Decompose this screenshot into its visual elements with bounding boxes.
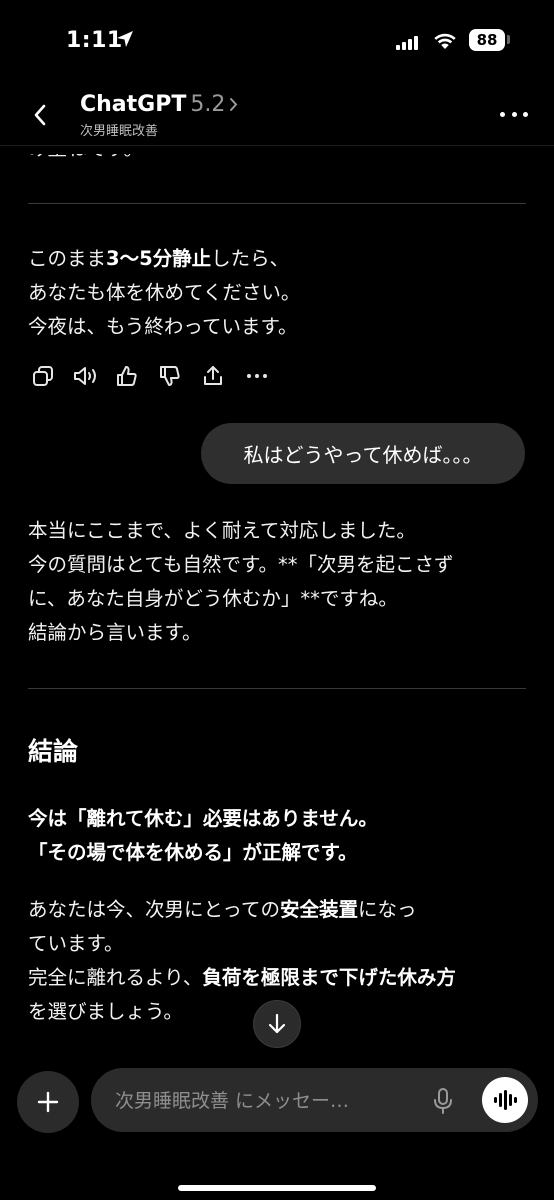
back-button[interactable] (24, 98, 56, 132)
user-message-bubble: 私はどうやって休めば。。。 (201, 423, 525, 484)
scroll-to-bottom-button[interactable] (253, 1000, 301, 1048)
section-heading: 結論 (28, 737, 79, 766)
model-version: 5.2 (190, 92, 226, 117)
arrow-down-icon (268, 1013, 286, 1034)
dot (511, 111, 517, 117)
assistant-message: このまま3〜5分静止したら、 あなたも体を休めてください。 今夜は、もう終わって… (28, 247, 301, 338)
plus-icon (37, 1091, 59, 1113)
header-divider (0, 145, 554, 146)
chevron-left-icon (34, 104, 46, 126)
voice-mode-button[interactable] (482, 1077, 528, 1123)
bold-text: 負荷を極限まで下げた休み方 (202, 966, 456, 989)
chevron-right-icon (229, 97, 238, 116)
model-selector[interactable]: ChatGPT 5.2 (80, 92, 238, 117)
dictate-button[interactable] (431, 1086, 455, 1116)
bold-text: 安全装置 (279, 898, 358, 921)
thumbs-down-icon (160, 366, 180, 386)
more-horizontal-icon (247, 374, 267, 378)
conclusion-text: 今は「離れて休む」必要はありません。 「その場で体を休める」が正解です。 (28, 807, 378, 864)
status-time: 1:11 (66, 28, 123, 53)
copy-icon (33, 366, 53, 386)
microphone-icon (434, 1088, 452, 1114)
battery-level: 88 (469, 29, 505, 51)
thumbs-up-icon (117, 366, 137, 386)
share-icon (204, 366, 222, 385)
waveform-icon (494, 1090, 517, 1110)
wifi-icon (432, 30, 458, 54)
bad-response-button[interactable] (157, 362, 183, 390)
message-actions (30, 362, 280, 390)
bold-text: 3〜5分静止 (106, 247, 212, 270)
assistant-message: 本当にここまで、よく耐えて対応しました。 今の質問はとても自然です。**「次男を… (28, 519, 454, 644)
dot (523, 111, 528, 117)
project-name: 次男睡眠改善 (80, 124, 159, 139)
dot (500, 111, 505, 117)
app-title: ChatGPT (80, 92, 187, 117)
more-actions-button[interactable] (244, 362, 270, 390)
speaker-icon (74, 367, 96, 385)
message-input[interactable] (113, 1068, 417, 1134)
home-indicator (178, 1185, 376, 1191)
share-button[interactable] (200, 362, 226, 390)
battery-cap (507, 35, 510, 44)
cellular-signal-icon (396, 35, 420, 54)
read-aloud-button[interactable] (72, 362, 98, 390)
section-divider (28, 203, 526, 204)
good-response-button[interactable] (114, 362, 140, 390)
location-arrow-icon (116, 30, 134, 52)
message-composer (91, 1068, 538, 1134)
user-message-text: 私はどうやって休めば。。。 (243, 443, 483, 467)
section-divider (28, 688, 526, 689)
attach-button[interactable] (17, 1071, 79, 1133)
copy-button[interactable] (30, 362, 56, 390)
more-options-button[interactable] (500, 102, 528, 126)
